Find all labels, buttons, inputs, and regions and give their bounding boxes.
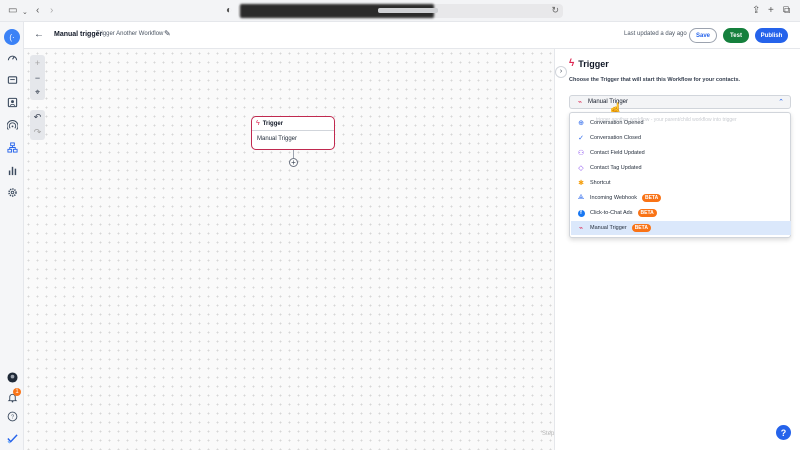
node-connector bbox=[293, 150, 294, 158]
panel-title-text: Trigger bbox=[578, 58, 609, 69]
browser-toolbar: ▭ ⌄ ‹ › ◐ ↻ ⇪ + ⧉ bbox=[0, 0, 800, 22]
publish-button[interactable]: Publish bbox=[755, 28, 788, 43]
settings-icon[interactable] bbox=[4, 184, 20, 200]
lightning-icon: ϟ bbox=[569, 58, 575, 69]
app-sidebar: (· 1 ? bbox=[0, 22, 24, 450]
help-circle-icon[interactable]: ? bbox=[4, 408, 20, 424]
option-label: Conversation Closed bbox=[590, 135, 642, 141]
option-label: Contact Tag Updated bbox=[590, 165, 642, 171]
zoom-out-icon[interactable]: − bbox=[30, 70, 45, 85]
notification-badge: 1 bbox=[13, 388, 21, 396]
zoom-in-icon[interactable]: + bbox=[30, 55, 45, 70]
dropdown-option-contact-field-updated[interactable]: ⚇ Contact Field Updated bbox=[571, 146, 791, 160]
panel-subtitle: Choose the Trigger that will start this … bbox=[569, 77, 741, 83]
dashboard-icon[interactable] bbox=[4, 49, 20, 65]
add-step-button[interactable]: + bbox=[289, 158, 298, 167]
address-bar[interactable]: ↻ bbox=[238, 4, 563, 18]
facebook-icon: f bbox=[577, 209, 585, 217]
chevron-up-icon: ⌃ bbox=[778, 99, 784, 106]
option-label: Contact Field Updated bbox=[590, 150, 645, 156]
fit-view-icon[interactable]: ⌖ bbox=[30, 85, 45, 100]
contact-icon: ⚇ bbox=[577, 150, 585, 157]
trigger-node-body: Manual Trigger bbox=[257, 136, 298, 142]
dropdown-option-conversation-closed[interactable]: ✓ Conversation Closed bbox=[571, 131, 791, 145]
trigger-node[interactable]: ϟ Trigger Manual Trigger bbox=[251, 116, 335, 150]
workflow-name[interactable]: Manual trigger bbox=[54, 31, 102, 38]
redacted-url-tail bbox=[378, 8, 438, 13]
manual-trigger-icon: ⌁ bbox=[577, 99, 583, 106]
workflows-icon[interactable] bbox=[4, 139, 20, 155]
back-arrow-icon[interactable]: ← bbox=[34, 29, 44, 40]
trigger-node-header: ϟ Trigger bbox=[252, 117, 334, 131]
option-label: Conversation Opened bbox=[590, 120, 644, 126]
tag-icon: ◇ bbox=[578, 165, 584, 172]
check-circle-icon: ✓ bbox=[578, 135, 584, 142]
history-controls: ↶ ↷ bbox=[30, 110, 45, 140]
collapse-panel-icon[interactable]: › bbox=[555, 66, 567, 78]
undo-icon[interactable]: ↶ bbox=[30, 110, 45, 125]
sidebar-toggle-icon[interactable]: ▭ bbox=[8, 5, 17, 17]
test-button[interactable]: Test bbox=[723, 28, 749, 43]
contacts-icon[interactable] bbox=[4, 94, 20, 110]
back-nav-icon[interactable]: ‹ bbox=[36, 5, 39, 17]
chevron-down-icon[interactable]: ⌄ bbox=[22, 7, 28, 19]
redo-icon[interactable]: ↷ bbox=[30, 125, 45, 140]
workflow-description: Trigger Another Workflow bbox=[96, 31, 164, 37]
workflow-canvas[interactable]: + − ⌖ ↶ ↷ ϟ Trigger Manual Trigger + Ste… bbox=[24, 49, 557, 450]
last-updated-text: Last updated a day ago bbox=[624, 31, 687, 37]
share-icon[interactable]: ⇪ bbox=[752, 5, 760, 17]
forward-nav-icon[interactable]: › bbox=[50, 5, 53, 17]
dropdown-option-shortcut[interactable]: ✱ Shortcut bbox=[571, 176, 791, 190]
reports-icon[interactable] bbox=[4, 162, 20, 178]
save-button[interactable]: Save bbox=[689, 28, 717, 43]
trigger-panel: › ϟ Trigger Choose the Trigger that will… bbox=[554, 49, 800, 450]
new-tab-icon[interactable]: + bbox=[768, 5, 774, 17]
webhook-icon: ⟁ bbox=[577, 194, 585, 201]
privacy-icon[interactable]: ◐ bbox=[226, 5, 232, 17]
beta-badge: BETA bbox=[637, 209, 657, 217]
zoom-controls: + − ⌖ bbox=[30, 55, 45, 100]
lightning-icon: ϟ bbox=[256, 120, 260, 127]
option-label: Click-to-Chat Ads bbox=[590, 210, 633, 216]
inbox-icon[interactable] bbox=[4, 72, 20, 88]
svg-text:?: ? bbox=[10, 414, 13, 420]
option-label: Shortcut bbox=[590, 180, 611, 186]
trigger-dropdown: trigger another workflow - your parent/c… bbox=[569, 112, 791, 238]
dropdown-option-manual-trigger[interactable]: ⌁ Manual Trigger BETA bbox=[571, 221, 791, 235]
user-avatar[interactable] bbox=[4, 369, 20, 385]
app-logo-icon[interactable]: (· bbox=[4, 29, 20, 45]
dropdown-option-incoming-webhook[interactable]: ⟁ Incoming Webhook BETA bbox=[571, 191, 791, 205]
broadcast-icon[interactable] bbox=[4, 117, 20, 133]
option-label: Manual Trigger bbox=[590, 225, 627, 231]
shortcut-icon: ✱ bbox=[578, 180, 584, 187]
pencil-icon[interactable]: ✎ bbox=[164, 29, 171, 38]
dropdown-option-click-to-chat-ads[interactable]: f Click-to-Chat Ads BETA bbox=[571, 206, 791, 220]
trigger-node-title: Trigger bbox=[262, 120, 284, 127]
workflow-header: ← Manual trigger Trigger Another Workflo… bbox=[24, 22, 800, 49]
reload-icon[interactable]: ↻ bbox=[551, 5, 559, 16]
manual-trigger-icon: ⌁ bbox=[578, 225, 584, 232]
trigger-select[interactable]: ⌁ Manual Trigger ⌃ bbox=[569, 95, 791, 109]
brand-check-icon bbox=[4, 430, 20, 446]
panel-title: ϟ Trigger bbox=[569, 58, 609, 69]
message-icon: ⊕ bbox=[578, 120, 584, 127]
beta-badge: BETA bbox=[631, 224, 651, 232]
dropdown-option-conversation-opened[interactable]: ⊕ Conversation Opened bbox=[571, 116, 791, 130]
option-label: Incoming Webhook bbox=[590, 195, 637, 201]
beta-badge: BETA bbox=[641, 194, 662, 202]
dropdown-option-contact-tag-updated[interactable]: ◇ Contact Tag Updated bbox=[571, 161, 791, 175]
help-button[interactable]: ? bbox=[776, 425, 791, 440]
tab-overview-icon[interactable]: ⧉ bbox=[783, 5, 790, 17]
